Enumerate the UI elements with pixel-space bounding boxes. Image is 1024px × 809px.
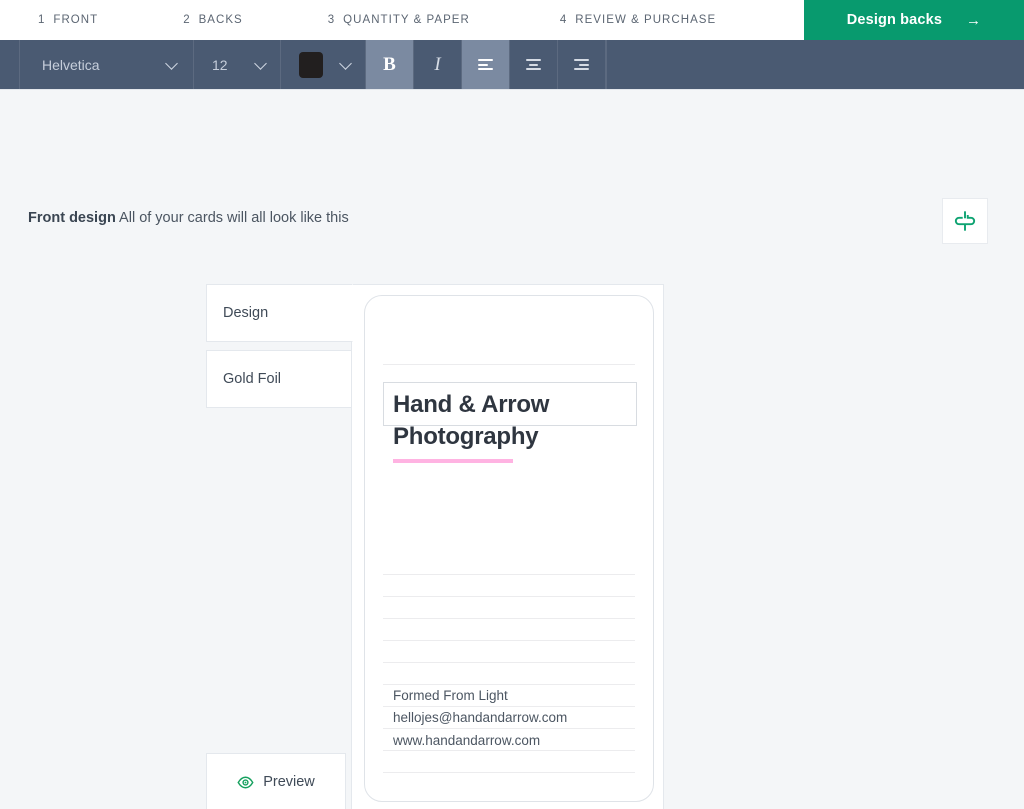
contact-website: www.handandarrow.com xyxy=(393,732,541,748)
step-label: FRONT xyxy=(53,14,99,26)
chevron-down-icon xyxy=(255,58,268,71)
toolbar-empty-area xyxy=(606,40,1024,89)
chevron-down-icon xyxy=(340,58,353,71)
flip-card-icon xyxy=(954,211,976,231)
sidebar-item-label: Gold Foil xyxy=(223,371,282,387)
sidebar-item-label: Design xyxy=(223,305,269,321)
business-card-front[interactable]: Hand & Arrow Photography Formed From Lig… xyxy=(364,295,654,802)
step-list: 1 FRONT 2 BACKS 3 QUANTITY & PAPER 4 REV… xyxy=(0,0,804,40)
step-number: 2 xyxy=(183,14,190,26)
pink-accent-rule xyxy=(393,459,513,463)
text-format-toolbar: Helvetica 12 B I xyxy=(0,40,1024,90)
step-number: 1 xyxy=(38,14,45,26)
font-size-select[interactable]: 12 xyxy=(193,40,281,89)
text-color-select[interactable] xyxy=(280,40,366,89)
align-right-button[interactable] xyxy=(557,40,606,89)
align-right-icon xyxy=(574,59,589,70)
arrow-right-icon: → xyxy=(966,11,982,29)
preview-label: Preview xyxy=(263,774,315,790)
step-label: REVIEW & PURCHASE xyxy=(575,14,717,26)
step-number: 3 xyxy=(327,14,335,26)
step-item-review-purchase[interactable]: 4 REVIEW & PURCHASE xyxy=(560,14,716,26)
font-family-select[interactable]: Helvetica xyxy=(19,40,194,89)
italic-label: I xyxy=(434,53,441,75)
design-backs-button[interactable]: Design backs → xyxy=(804,0,1024,40)
design-side-tabs: Design Gold Foil xyxy=(206,284,353,408)
front-design-subtext: All of your cards will all look like thi… xyxy=(119,210,349,226)
flip-card-button[interactable] xyxy=(942,198,988,244)
step-navigation-bar: 1 FRONT 2 BACKS 3 QUANTITY & PAPER 4 REV… xyxy=(0,0,1024,40)
sidebar-item-design[interactable]: Design xyxy=(206,284,353,342)
step-number: 4 xyxy=(559,14,567,26)
font-size-value: 12 xyxy=(212,56,228,73)
align-left-button[interactable] xyxy=(461,40,510,89)
editor-canvas-area: Front design All of your cards will all … xyxy=(0,90,1024,809)
chevron-down-icon xyxy=(166,58,179,71)
design-backs-label: Design backs xyxy=(846,12,943,28)
bold-button[interactable]: B xyxy=(365,40,414,89)
card-editor-frame: Hand & Arrow Photography Formed From Lig… xyxy=(351,284,664,809)
card-title-line-2[interactable]: Photography xyxy=(393,423,539,451)
step-label: BACKS xyxy=(198,14,243,26)
toolbar-left-spacer xyxy=(0,40,20,89)
card-contact-block[interactable]: Formed From Light hellojes@handandarrow.… xyxy=(393,685,567,752)
align-center-icon xyxy=(526,59,541,70)
align-left-icon xyxy=(478,59,493,70)
step-item-front[interactable]: 1 FRONT xyxy=(38,14,98,26)
contact-tagline: Formed From Light xyxy=(393,688,508,703)
sidebar-item-gold-foil[interactable]: Gold Foil xyxy=(206,350,352,408)
color-swatch xyxy=(299,51,323,78)
card-content: Hand & Arrow Photography Formed From Lig… xyxy=(365,296,653,801)
italic-button[interactable]: I xyxy=(413,40,462,89)
front-design-heading: Front design All of your cards will all … xyxy=(28,210,349,226)
card-title-line-1[interactable]: Hand & Arrow xyxy=(393,391,549,419)
step-item-quantity-paper[interactable]: 3 QUANTITY & PAPER xyxy=(328,14,470,26)
font-family-value: Helvetica xyxy=(42,56,100,73)
contact-email: hellojes@handandarrow.com xyxy=(393,710,568,726)
align-center-button[interactable] xyxy=(509,40,558,89)
bold-label: B xyxy=(383,53,396,75)
preview-button[interactable]: Preview xyxy=(206,753,346,809)
eye-icon xyxy=(237,776,254,788)
front-design-label: Front design xyxy=(28,210,116,226)
step-item-backs[interactable]: 2 BACKS xyxy=(183,14,243,26)
step-label: QUANTITY & PAPER xyxy=(343,14,470,26)
